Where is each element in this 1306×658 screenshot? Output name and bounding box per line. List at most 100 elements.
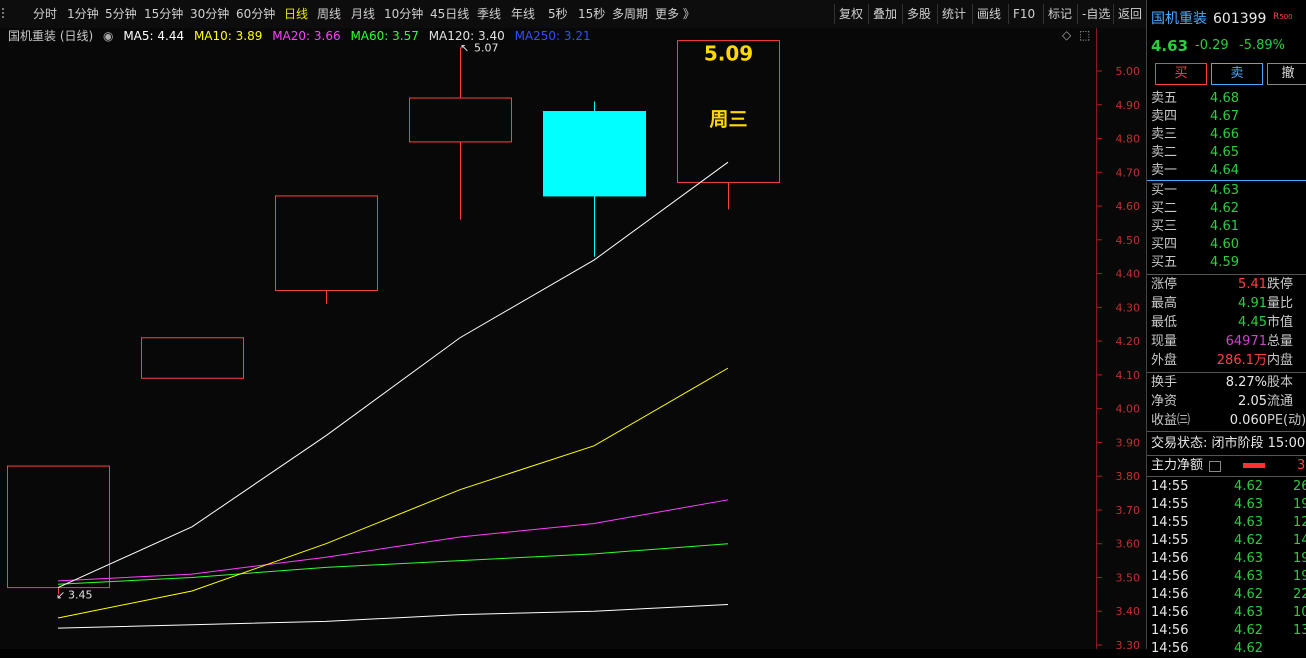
tick-row[interactable]: 14:55 4.63 12 <box>1147 514 1306 532</box>
ask-row[interactable]: 卖三 4.66 <box>1147 126 1306 144</box>
stat-row[interactable]: 净资 2.05 流通 <box>1147 393 1306 411</box>
bid-label: 买二 <box>1151 201 1178 216</box>
tick-row[interactable]: 14:55 4.63 19 <box>1147 496 1306 514</box>
tick-price: 4.62 <box>1234 533 1263 548</box>
bid-price: 4.61 <box>1210 219 1239 234</box>
buy-button[interactable]: 买 <box>1155 63 1207 85</box>
bid-label: 买三 <box>1151 219 1178 234</box>
tick-price: 4.63 <box>1234 497 1263 512</box>
ask-row[interactable]: 卖二 4.65 <box>1147 144 1306 162</box>
stat-row[interactable]: 换手 8.27% 股本 <box>1147 374 1306 392</box>
tick-volume: 22 <box>1293 587 1306 602</box>
tab-more[interactable]: 更多 》 <box>655 4 695 24</box>
tab-10min[interactable]: 10分钟 <box>384 4 423 24</box>
tick-row[interactable]: 14:56 4.62 <box>1147 640 1306 658</box>
stat-row[interactable]: 收益㈢ 0.060 PE(动) <box>1147 412 1306 430</box>
bid-row[interactable]: 买五 4.59 <box>1147 254 1306 272</box>
bid-row[interactable]: 买一 4.63 <box>1147 182 1306 200</box>
bid-price: 4.59 <box>1210 255 1239 270</box>
capital-toggle-icon[interactable] <box>1209 461 1221 472</box>
button-mark[interactable]: 标记 <box>1043 4 1076 24</box>
tick-row[interactable]: 14:55 4.62 14 <box>1147 532 1306 550</box>
tab-5sec[interactable]: 5秒 <box>548 4 568 24</box>
stat-label: 净资 <box>1151 394 1178 409</box>
tick-price: 4.62 <box>1234 479 1263 494</box>
stat-value: 286.1万 <box>1216 353 1267 368</box>
stat-value: 0.060 <box>1229 413 1267 428</box>
stat-row[interactable]: 现量 64971 总量 <box>1147 333 1306 351</box>
tick-row[interactable]: 14:56 4.62 13 <box>1147 622 1306 640</box>
bid-label: 买五 <box>1151 255 1178 270</box>
kline-chart[interactable]: 国机重装 (日线) ◉ MA5: 4.44 MA10: 3.89 MA20: 3… <box>0 28 1146 649</box>
bid-row[interactable]: 买三 4.61 <box>1147 218 1306 236</box>
tick-time: 14:55 <box>1151 479 1189 494</box>
ask-label: 卖五 <box>1151 91 1178 106</box>
quote-panel: 国机重装 601399 R500 4.63 -0.29 -5.89% 买 卖 撤… <box>1146 0 1306 656</box>
tick-price: 4.63 <box>1234 551 1263 566</box>
bid-row[interactable]: 买四 4.60 <box>1147 236 1306 254</box>
tick-time: 14:55 <box>1151 515 1189 530</box>
stat-row[interactable]: 最高 4.91 量比 <box>1147 295 1306 313</box>
tab-monthly[interactable]: 月线 <box>351 4 375 24</box>
button-multi-stock[interactable]: 多股 <box>902 4 935 24</box>
price-axis <box>1096 28 1147 649</box>
tab-daily[interactable]: 日线 <box>284 4 308 24</box>
stat-row[interactable]: 最低 4.45 市值 <box>1147 314 1306 332</box>
tab-30min[interactable]: 30分钟 <box>190 4 229 24</box>
bid-price: 4.62 <box>1210 201 1239 216</box>
button-back[interactable]: 返回 <box>1113 4 1146 24</box>
stat-row[interactable]: 涨停 5.41 跌停 <box>1147 276 1306 294</box>
tick-time: 14:55 <box>1151 533 1189 548</box>
stat-label: 最高 <box>1151 296 1178 311</box>
stat-label-2: 市值 <box>1267 315 1294 330</box>
ask-row[interactable]: 卖一 4.64 <box>1147 162 1306 180</box>
tab-quarter[interactable]: 季线 <box>477 4 501 24</box>
tick-time: 14:56 <box>1151 605 1189 620</box>
button-draw[interactable]: 画线 <box>972 4 1005 24</box>
popup-price: 5.09 <box>704 42 753 66</box>
low-price-label: 3.45 <box>68 588 93 601</box>
bid-row[interactable]: 买二 4.62 <box>1147 200 1306 218</box>
tick-row[interactable]: 14:56 4.63 10 <box>1147 604 1306 622</box>
button-stats[interactable]: 统计 <box>937 4 970 24</box>
tab-multi-period[interactable]: 多周期 <box>612 4 648 24</box>
drag-handle-icon[interactable] <box>0 6 6 22</box>
tab-15min[interactable]: 15分钟 <box>144 4 183 24</box>
capital-bar <box>1243 463 1265 468</box>
tick-row[interactable]: 14:56 4.63 19 <box>1147 550 1306 568</box>
stock-code: 601399 <box>1213 11 1267 27</box>
tick-time: 14:56 <box>1151 569 1189 584</box>
button-adjust[interactable]: 复权 <box>834 4 867 24</box>
tick-row[interactable]: 14:55 4.62 26 <box>1147 478 1306 496</box>
tab-yearly[interactable]: 年线 <box>511 4 535 24</box>
tab-60min[interactable]: 60分钟 <box>236 4 275 24</box>
rank-badge-number: 500 <box>1279 13 1293 21</box>
popup-day: 周三 <box>709 109 747 131</box>
button-f10[interactable]: F10 <box>1008 4 1039 24</box>
ma5-line <box>57 161 729 589</box>
button-remove-watchlist[interactable]: -自选 <box>1077 4 1114 24</box>
cancel-order-button[interactable]: 撤 <box>1267 63 1306 85</box>
stat-value: 4.45 <box>1238 315 1267 330</box>
tab-45day[interactable]: 45日线 <box>430 4 469 24</box>
tick-row[interactable]: 14:56 4.63 19 <box>1147 568 1306 586</box>
tick-price: 4.62 <box>1234 641 1263 656</box>
sell-button[interactable]: 卖 <box>1211 63 1263 85</box>
ask-label: 卖三 <box>1151 127 1178 142</box>
tick-time: 14:55 <box>1151 497 1189 512</box>
button-overlay[interactable]: 叠加 <box>868 4 901 24</box>
stat-label: 现量 <box>1151 334 1178 349</box>
ask-row[interactable]: 卖五 4.68 <box>1147 90 1306 108</box>
period-toolbar: 分时 1分钟 5分钟 15分钟 30分钟 60分钟 日线 周线 月线 10分钟 … <box>0 0 1146 29</box>
stat-label: 换手 <box>1151 375 1178 390</box>
tab-1min[interactable]: 1分钟 <box>67 4 99 24</box>
low-arrow-icon: ↙ <box>56 588 65 601</box>
tab-weekly[interactable]: 周线 <box>317 4 341 24</box>
tab-5min[interactable]: 5分钟 <box>105 4 137 24</box>
tick-row[interactable]: 14:56 4.62 22 <box>1147 586 1306 604</box>
stat-row[interactable]: 外盘 286.1万 内盘 <box>1147 352 1306 370</box>
stat-value: 5.41 <box>1238 277 1267 292</box>
tab-fenshi[interactable]: 分时 <box>33 4 57 24</box>
ask-row[interactable]: 卖四 4.67 <box>1147 108 1306 126</box>
tab-15sec[interactable]: 15秒 <box>578 4 605 24</box>
